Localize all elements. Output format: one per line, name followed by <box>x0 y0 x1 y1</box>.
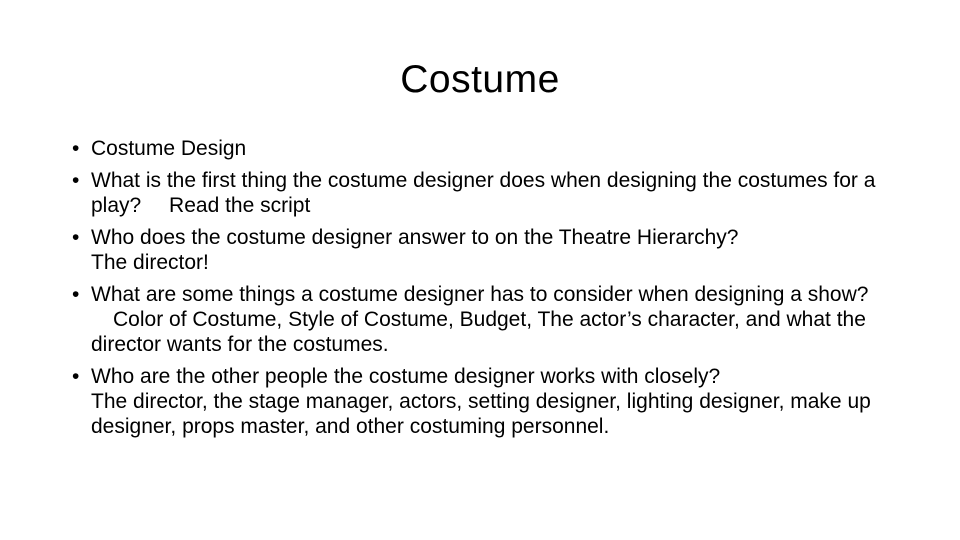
slide-title: Costume <box>400 58 560 101</box>
list-item: • Who does the costume designer answer t… <box>72 225 902 275</box>
bullet-question: Who does the costume designer answer to … <box>91 226 739 249</box>
list-item: • Who are the other people the costume d… <box>72 364 902 439</box>
bullet-icon: • <box>72 137 80 160</box>
list-item: • Costume Design <box>72 136 902 161</box>
bullet-answer: Read the script <box>169 194 311 217</box>
bullet-icon: • <box>72 169 80 192</box>
bullet-icon: • <box>72 283 80 306</box>
bullet-question: What are some things a costume designer … <box>91 283 869 306</box>
bullet-icon: • <box>72 365 80 388</box>
slide: Costume • Costume Design • What is the f… <box>0 0 960 540</box>
bullet-answer: Color of Costume, Style of Costume, Budg… <box>91 308 866 356</box>
bullet-list: • Costume Design • What is the first thi… <box>72 136 902 439</box>
list-item: • What is the first thing the costume de… <box>72 168 902 218</box>
bullet-icon: • <box>72 226 80 249</box>
bullet-question: Who are the other people the costume des… <box>91 365 721 388</box>
bullet-answer: The director, the stage manager, actors,… <box>91 390 871 438</box>
list-item: • What are some things a costume designe… <box>72 282 902 357</box>
bullet-answer: The director! <box>91 251 209 274</box>
bullet-question: Costume Design <box>91 137 247 160</box>
